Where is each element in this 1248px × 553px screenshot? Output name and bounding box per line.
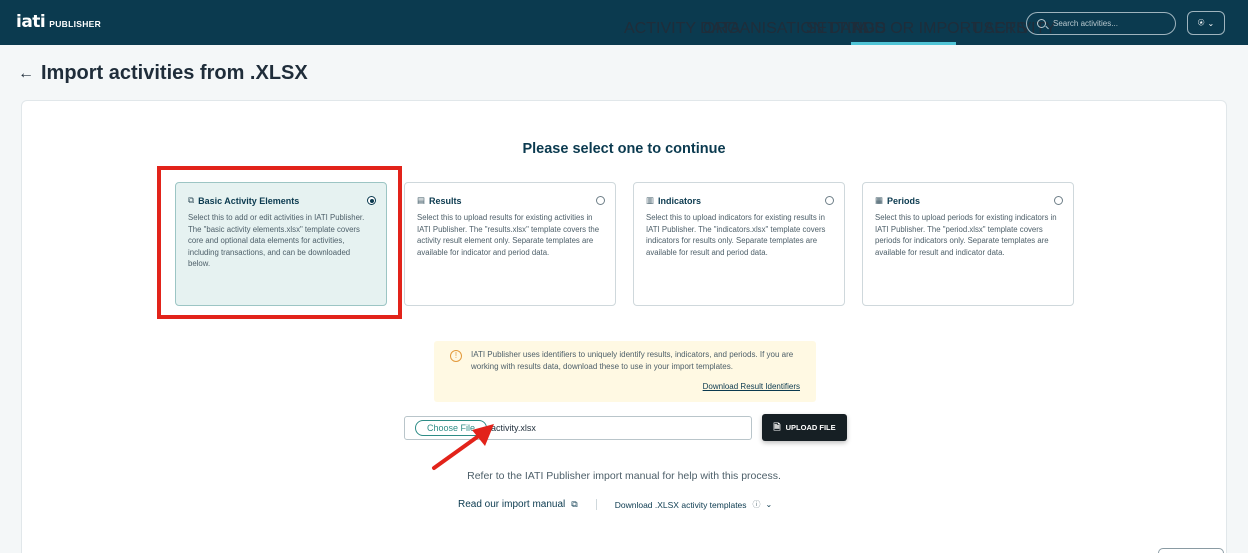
logo-text: PUBLISHER [49,19,102,29]
divider [595,499,597,510]
user-menu-button[interactable]: ⍟ ⌄ [1187,11,1225,35]
selection-heading: Please select one to continue [522,141,726,157]
chevron-down-icon[interactable]: ⌄ [766,500,773,509]
download-result-identifiers-link[interactable]: Download Result Identifiers [703,382,800,391]
list-icon: ▤ [417,195,426,205]
page-title-row: ← Import activities from .XLSX [18,62,308,85]
search-input[interactable]: Search activities... [1026,12,1176,35]
partial-button[interactable] [1158,548,1224,553]
option-title: ▦ Periods [875,195,1061,206]
notice-text: IATI Publisher uses identifiers to uniqu… [471,350,794,371]
upload-file-label: UPLOAD FILE [785,423,836,432]
file-icon: 🗎 [773,421,781,432]
warning-icon: ! [450,350,462,362]
option-title: ▥ Indicators [646,195,832,206]
top-navigation-bar: iati PUBLISHER ACTIVITY DATA ORGANISATIO… [0,0,1248,45]
external-link-icon: ⧉ [571,499,578,509]
option-title: ▤ Results [417,195,603,206]
option-description: Select this to upload periods for existi… [875,213,1057,257]
calendar-icon: ▦ [875,195,884,205]
help-links: Read our import manual ⧉ Download .XLSX … [458,499,772,510]
active-nav-indicator [851,42,956,45]
option-title-text: Indicators [658,195,702,206]
identifiers-notice: ! IATI Publisher uses identifiers to uni… [434,341,816,402]
red-arrow-annotation [432,424,494,470]
search-icon [1037,19,1046,28]
grid-icon: ▥ [646,195,655,205]
nav-users[interactable]: USERS [972,20,1027,38]
option-results[interactable]: ▤ Results Select this to upload results … [404,182,616,306]
download-templates-link[interactable]: Download .XLSX activity templates [615,500,747,510]
iati-publisher-logo[interactable]: iati PUBLISHER [16,12,101,32]
option-indicators[interactable]: ▥ Indicators Select this to upload indic… [633,182,845,306]
option-radio[interactable] [825,196,834,205]
chevron-down-icon: ⌄ [1207,18,1215,28]
help-circle-icon[interactable]: ⓘ [753,499,761,510]
upload-file-button[interactable]: 🗎 UPLOAD FILE [762,414,847,441]
read-import-manual-link[interactable]: Read our import manual [458,499,565,510]
page-title: Import activities from .XLSX [41,62,308,84]
option-title-text: Periods [887,195,921,206]
option-description: Select this to upload results for existi… [417,213,600,257]
search-placeholder: Search activities... [1053,19,1118,28]
back-arrow-icon[interactable]: ← [18,65,34,83]
logo-mark: iati [16,12,46,32]
option-description: Select this to upload indicators for exi… [646,213,826,257]
option-title-text: Results [429,195,462,206]
user-circle-icon: ⍟ [1197,16,1205,29]
highlight-annotation [157,166,402,319]
option-radio[interactable] [1054,196,1063,205]
option-radio[interactable] [596,196,605,205]
option-periods[interactable]: ▦ Periods Select this to upload periods … [862,182,1074,306]
import-help-text: Refer to the IATI Publisher import manua… [467,470,781,482]
